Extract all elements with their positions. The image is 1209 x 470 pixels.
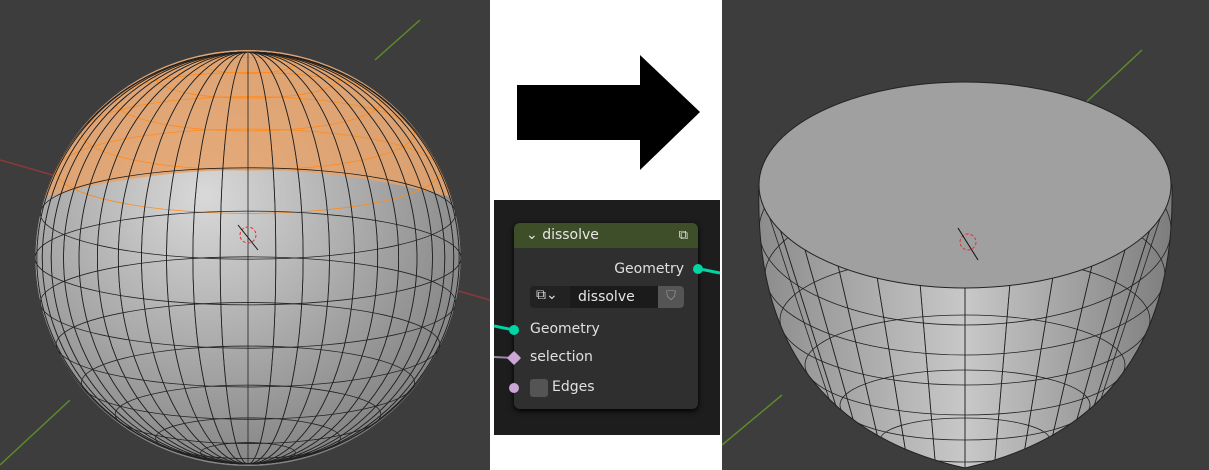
output-geometry-socket[interactable] — [693, 264, 703, 274]
node-group-selector[interactable]: ⧉⌄ dissolve ⛉ — [530, 286, 684, 308]
dissolved-sphere — [722, 49, 1173, 469]
edges-label: Edges — [552, 379, 595, 395]
node-editor[interactable]: ⌄ dissolve ⧉ Geometry ⧉⌄ dissolve ⛉ Geom… — [494, 200, 720, 435]
group-name-field[interactable]: dissolve — [570, 286, 666, 308]
arrow-right-icon — [517, 55, 700, 170]
node-group-icon[interactable]: ⧉⌄ — [536, 287, 558, 303]
input-geometry-label: Geometry — [530, 321, 600, 337]
input-edges-socket[interactable] — [509, 383, 519, 393]
viewport-after[interactable] — [722, 0, 1209, 470]
fake-user-shield-icon[interactable]: ⛉ — [658, 286, 684, 308]
collapse-chevron-icon[interactable]: ⌄ — [526, 227, 538, 243]
input-selection-label: selection — [530, 349, 593, 365]
dissolve-node[interactable]: ⌄ dissolve ⧉ Geometry ⧉⌄ dissolve ⛉ Geom… — [506, 223, 703, 409]
sphere-before — [0, 19, 490, 466]
output-geometry-label: Geometry — [614, 261, 684, 277]
node-title: dissolve — [542, 227, 599, 243]
input-geometry-socket[interactable] — [509, 325, 519, 335]
viewport-before[interactable] — [0, 0, 490, 470]
node-group-icon: ⧉ — [678, 228, 688, 243]
node-header[interactable]: ⌄ dissolve ⧉ — [514, 223, 698, 248]
middle-panel: ⌄ dissolve ⧉ Geometry ⧉⌄ dissolve ⛉ Geom… — [490, 0, 722, 470]
edges-checkbox[interactable] — [530, 379, 548, 397]
